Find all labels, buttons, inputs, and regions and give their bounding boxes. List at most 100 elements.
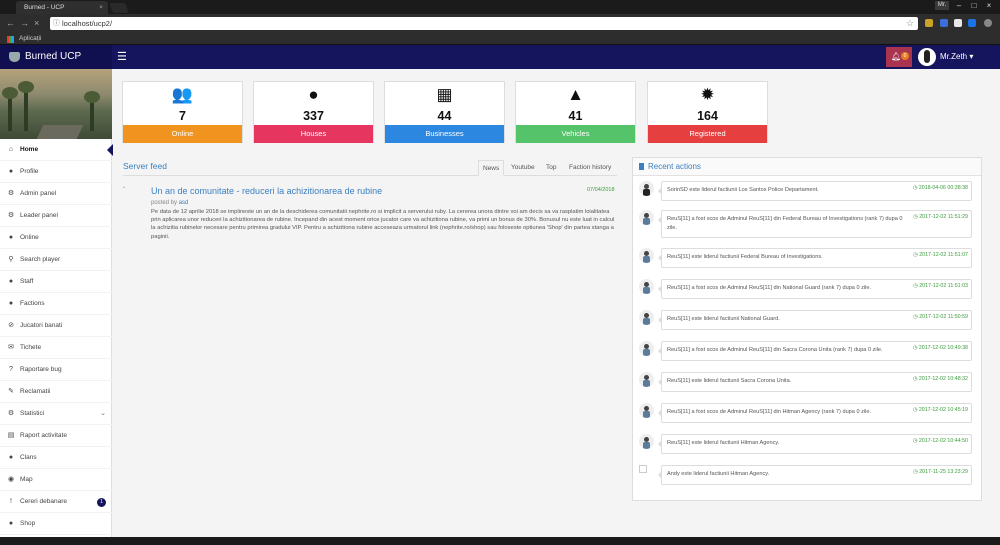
user-icon: ● [308,85,319,104]
stop-icon[interactable]: × [34,18,39,28]
tab-faction-history[interactable]: Faction history [565,160,615,176]
extension-icon[interactable] [940,19,948,27]
sidebar-item-map[interactable]: ◉ Map [0,469,112,491]
action-time: ◷ 2017-12-02 10:49:38 [913,344,968,352]
stat-label: Vehicles [516,125,635,143]
sidebar-item-jucatori-banati[interactable]: ⊘ Jucatori banati [0,315,112,337]
browser-profile-button[interactable]: Mr. [935,1,949,10]
avatar[interactable] [639,403,654,418]
sidebar-item-home[interactable]: ⌂ Home [0,139,113,161]
sidebar-item-search-player[interactable]: ⚲ Search player [0,249,112,271]
close-tab-icon[interactable]: × [99,1,103,14]
avatar[interactable] [639,279,654,294]
avatar[interactable] [639,248,654,263]
maximize-icon[interactable]: □ [967,0,981,13]
action-box: ◷ 2017-12-02 10:45:19 ReuS[11] a fost sco… [658,403,972,423]
sidebar-item-tichete[interactable]: ✉ Tichete [0,337,112,359]
hamburger-menu-icon[interactable]: ☰ [117,50,127,64]
sidebar-item-statistici[interactable]: ⚙ Statistici ⌄ [0,403,112,425]
sidebar-item-staff[interactable]: ● Staff [0,271,112,293]
sidebar-item-label: Leader panel [20,212,58,219]
action-box: ◷ 2017-12-02 11:51:07 ReuS[11] este lider… [658,248,972,268]
sidebar-item-reclamatii[interactable]: ✎ Reclamatii [0,381,112,403]
sidebar-item-leader-panel[interactable]: ⚙ Leader panel [0,205,112,227]
tab-youtube[interactable]: Youtube [507,160,539,176]
sidebar-item-label: Staff [20,278,34,285]
sidebar-item-label: Tichete [20,344,42,351]
action-time: ◷ 2017-12-02 10:44:50 [913,437,968,445]
menu-icon[interactable] [984,19,992,27]
brand[interactable]: Burned UCP [0,45,112,69]
stat-label: Online [123,125,242,143]
avatar[interactable] [639,465,647,473]
stat-value: 337 [303,109,324,123]
action-text: Andy este liderul factiunii Hitman Agenc… [667,471,770,477]
sidebar-item-clans[interactable]: ● Clans [0,447,112,469]
action-box: ◷ 2017-12-02 10:44:50 ReuS[11] este lider… [658,434,972,454]
sidebar-item-admin-panel[interactable]: ⚙ Admin panel [0,183,112,205]
avatar[interactable] [639,434,654,449]
star-icon[interactable]: ☆ [906,17,914,30]
sidebar-item-shop[interactable]: ● Shop [0,513,112,535]
menu-item-icon: ● [8,234,14,241]
avatar[interactable] [918,48,936,66]
sidebar-item-label: Map [20,476,33,483]
post-author[interactable]: asd [179,200,189,206]
post-date: 07/04/2018 [587,187,615,193]
sidebar-item-label: Raportare bug [20,366,62,373]
stat-card-houses[interactable]: ● 337 Houses [253,81,374,143]
stat-value: 164 [697,109,718,123]
tab-news[interactable]: News [478,160,505,176]
action-box: ◷ 2017-12-02 10:49:38 ReuS[11] a fost sco… [658,341,972,361]
back-icon[interactable]: ← [6,18,15,28]
sidebar-menu: ⌂ Home ● Profile ⚙ Admin panel ⚙ Leader panel ● O… [0,139,113,535]
sidebar-item-raportare-bug[interactable]: ? Raportare bug [0,359,112,381]
menu-item-icon: ✉ [8,344,14,351]
stat-card-registered[interactable]: ✹ 164 Registered [647,81,768,143]
menu-item-icon: ● [8,278,14,285]
sidebar-item-raport-activitate[interactable]: ▤ Raport activitate [0,425,112,447]
post-body: Pe data de 12 aprilie 2018 se implineste… [151,209,615,240]
new-tab-button[interactable] [109,3,129,13]
tab-title: Burned - UCP [24,4,65,11]
avatar[interactable] [639,310,654,325]
notification-count: 0 [901,52,909,60]
action-timestamp: 2017-12-02 11:51:03 [919,283,968,289]
action-box: ◷ 2017-11-25 13:23:29 Andy este liderul f… [658,465,972,485]
forward-icon[interactable]: → [20,18,29,28]
avatar[interactable] [639,341,654,356]
action-box: ◷ 2017-12-02 10:48:32 ReuS[11] este lider… [658,372,972,392]
stat-card-online[interactable]: 👥 7 Online [122,81,243,143]
tab-top[interactable]: Top [542,160,560,176]
stat-card-vehicles[interactable]: ▲ 41 Vehicles [515,81,636,143]
menu-item-icon: ⚙ [7,410,15,417]
post-title[interactable]: Un an de comunitate - reduceri la achizi… [151,186,382,197]
url-input[interactable]: ⓘ localhost/ucp2/ ☆ [50,17,918,30]
sidebar-item-cereri-debanare[interactable]: ! Cereri debanare 1 [0,491,112,513]
menu-item-icon: ⊘ [8,322,14,329]
sidebar-item-online[interactable]: ● Online [0,227,112,249]
avatar[interactable] [639,210,654,225]
stat-card-businesses[interactable]: ▦ 44 Businesses [384,81,505,143]
extension-icon[interactable] [954,19,962,27]
close-window-icon[interactable]: × [982,0,996,13]
user-menu[interactable]: Mr.Zeth ▾ [940,45,973,69]
sidebar-item-factions[interactable]: ● Factions [0,293,112,315]
notifications-button[interactable]: 🔔︎ 0 [886,47,912,67]
info-icon[interactable]: ⓘ [53,17,60,30]
extension-icon[interactable] [968,19,976,27]
avatar[interactable] [639,181,654,196]
stat-label: Registered [648,125,767,143]
recent-actions-header: Recent actions [633,158,981,176]
menu-item-icon: ✎ [8,388,14,395]
extension-icon[interactable] [925,19,933,27]
minimize-icon[interactable]: – [952,0,966,13]
post-meta: posted by asd [151,199,188,207]
stat-label: Businesses [385,125,504,143]
browser-tab[interactable]: Burned - UCP × [16,1,108,14]
bookmark-apps[interactable]: Aplicații [19,34,41,44]
action-timestamp: 2017-11-25 13:23:29 [919,469,968,475]
sidebar-item-profile[interactable]: ● Profile [0,161,112,183]
apps-icon[interactable] [7,36,14,43]
avatar[interactable] [639,372,654,387]
